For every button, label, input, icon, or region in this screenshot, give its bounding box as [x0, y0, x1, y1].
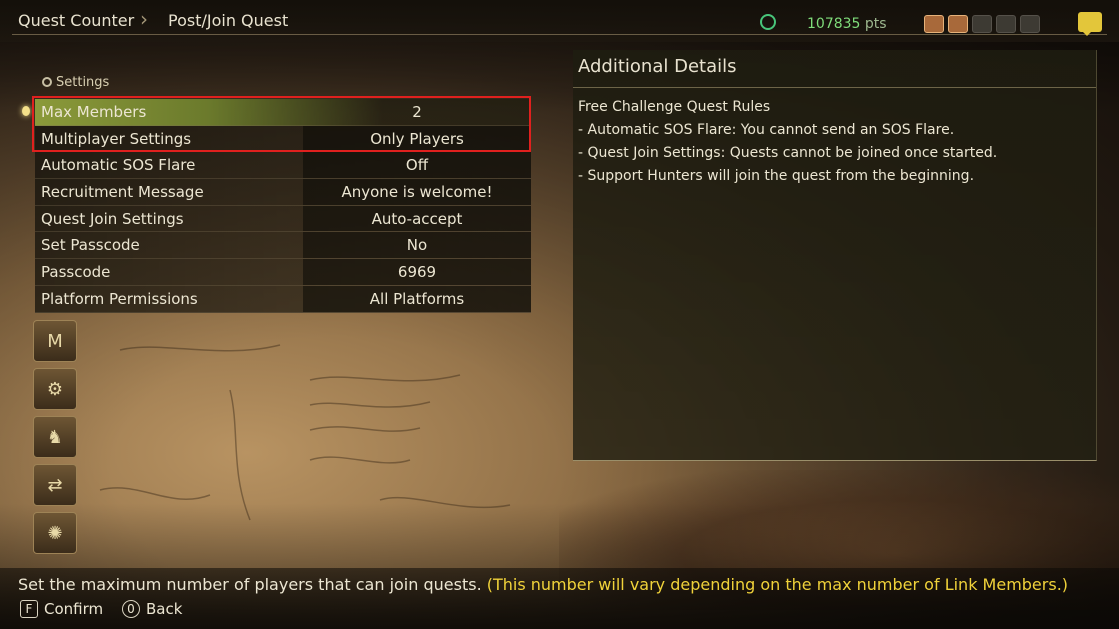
setting-label: Recruitment Message: [41, 183, 204, 202]
details-line: - Automatic SOS Flare: You cannot send a…: [578, 122, 955, 138]
gear-settings-icon[interactable]: ⚙: [33, 368, 77, 410]
gear-icon: [42, 77, 52, 87]
back-hint[interactable]: 0 Back: [122, 600, 182, 618]
setting-row-passcode[interactable]: Passcode 6969: [35, 259, 531, 286]
setting-row-set-passcode[interactable]: Set Passcode No: [35, 232, 531, 260]
setting-label: Passcode: [41, 263, 111, 282]
points-value: 107835: [807, 16, 861, 32]
points-unit: pts: [864, 16, 887, 32]
transfer-icon[interactable]: ⇄: [33, 464, 77, 506]
breadcrumb-post-join-quest: Post/Join Quest: [168, 11, 289, 30]
setting-row-platform-permissions[interactable]: Platform Permissions All Platforms: [35, 285, 531, 313]
details-line: - Quest Join Settings: Quests cannot be …: [578, 145, 998, 161]
hunter-icon[interactable]: ♞: [33, 416, 77, 458]
setting-label: Quest Join Settings: [41, 209, 184, 228]
settings-section-label: Settings: [42, 75, 109, 90]
details-line: - Support Hunters will join the quest fr…: [578, 168, 975, 184]
member-slot-icon: [972, 15, 992, 33]
setting-label: Set Passcode: [41, 236, 140, 255]
setting-label: Automatic SOS Flare: [41, 156, 196, 175]
member-slot-icon: [1020, 15, 1040, 33]
setting-row-quest-join-settings[interactable]: Quest Join Settings Auto-accept: [35, 205, 531, 233]
setting-value: All Platforms: [369, 289, 465, 308]
setting-label: Platform Permissions: [41, 289, 198, 308]
research-points: 107835 pts: [807, 16, 887, 32]
f-key-icon: F: [20, 600, 38, 618]
breadcrumb-chevron-icon: ›: [140, 7, 148, 31]
help-main: Set the maximum number of players that c…: [18, 575, 482, 594]
confirm-hint[interactable]: F Confirm: [20, 600, 103, 618]
background-sketch: [99, 344, 511, 521]
additional-details-panel: Additional Details Free Challenge Quest …: [573, 50, 1097, 461]
setting-row-recruitment-message[interactable]: Recruitment Message Anyone is welcome!: [35, 179, 531, 206]
highlight-annotation-box: [32, 96, 531, 152]
research-points-icon: [760, 14, 776, 30]
back-key-icon: 0: [122, 600, 140, 618]
details-line: Free Challenge Quest Rules: [578, 99, 771, 115]
details-divider: [573, 87, 1096, 88]
side-icon-list: M ⚙ ♞ ⇄ ✺: [33, 320, 77, 560]
back-label: Back: [146, 600, 183, 618]
confirm-label: Confirm: [44, 600, 104, 618]
details-body: Free Challenge Quest Rules - Automatic S…: [578, 96, 997, 188]
selection-cursor-icon: [22, 106, 30, 116]
member-slot-icon: [948, 15, 968, 33]
settings-section-text: Settings: [56, 75, 110, 90]
help-note: (This number will vary depending on the …: [486, 575, 1069, 594]
setting-row-automatic-sos-flare[interactable]: Automatic SOS Flare Off: [35, 152, 531, 180]
menu-icon[interactable]: M: [33, 320, 77, 362]
chat-icon[interactable]: [1078, 12, 1102, 36]
breadcrumb-quest-counter[interactable]: Quest Counter: [18, 11, 134, 30]
details-title: Additional Details: [578, 56, 737, 77]
light-icon[interactable]: ✺: [33, 512, 77, 554]
member-slot-icon: [924, 15, 944, 33]
top-bar-rule: [12, 34, 1107, 35]
member-slot-icon: [996, 15, 1016, 33]
help-text: Set the maximum number of players that c…: [18, 575, 1068, 594]
